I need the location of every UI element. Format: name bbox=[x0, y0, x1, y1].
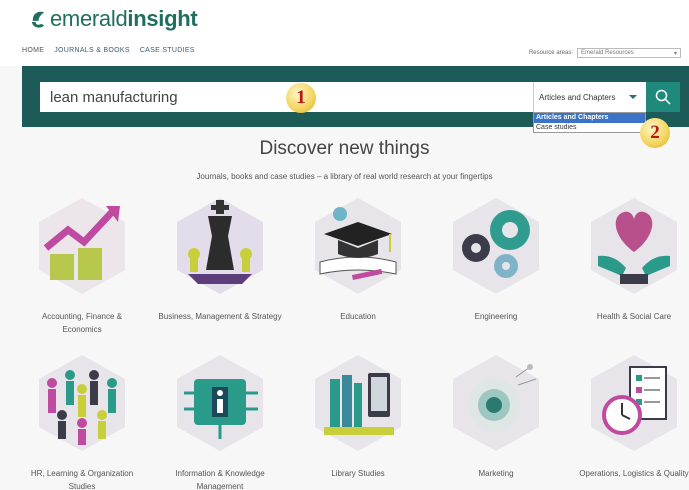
search-button[interactable] bbox=[646, 82, 680, 112]
resource-areas-label: Resource areas: bbox=[528, 50, 573, 56]
books-icon bbox=[315, 355, 401, 451]
logo-text-emerald: emerald bbox=[50, 6, 128, 31]
scope-option-case-studies[interactable]: Case studies bbox=[534, 123, 645, 133]
category-label: Marketing bbox=[478, 469, 514, 478]
scope-option-articles[interactable]: Articles and Chapters bbox=[534, 113, 645, 123]
gears-icon bbox=[453, 198, 539, 294]
resource-areas-value: Emerald Resources bbox=[581, 50, 634, 56]
annotation-badge-1: 1 bbox=[286, 83, 316, 113]
main-nav: HOME JOURNALS & BOOKS CASE STUDIES bbox=[22, 47, 195, 54]
people-circle-icon bbox=[39, 355, 125, 451]
chevron-down-icon: ▾ bbox=[673, 50, 677, 57]
category-label: Library Studies bbox=[331, 469, 385, 478]
logo-text-insight: insight bbox=[127, 6, 198, 31]
category-label: Information & Knowledge Management bbox=[175, 469, 265, 490]
clock-checklist-icon bbox=[591, 355, 677, 451]
discover-heading: Discover new things bbox=[259, 138, 430, 159]
discover-subheading: Journals, books and case studies – a lib… bbox=[196, 172, 493, 181]
dandelion-icon bbox=[453, 355, 539, 451]
emerald-leaf-icon bbox=[31, 11, 45, 28]
chess-king-icon bbox=[177, 198, 263, 294]
category-label: HR, Learning & Organization Studies bbox=[30, 469, 134, 490]
info-circuit-icon bbox=[177, 355, 263, 451]
search-scope-dropdown: Articles and Chapters Case studies bbox=[533, 112, 646, 133]
emerald-insight-logo[interactable]: emeraldinsight bbox=[29, 6, 198, 31]
heart-hands-icon bbox=[591, 198, 677, 294]
category-label: Operations, Logistics & Quality bbox=[579, 469, 689, 478]
graduation-cap-icon bbox=[315, 198, 401, 294]
finance-chart-icon bbox=[39, 198, 125, 294]
category-label: Health & Social Care bbox=[596, 312, 672, 321]
search-icon bbox=[655, 89, 671, 105]
search-scope-value: Articles and Chapters bbox=[539, 92, 616, 102]
resource-areas: Resource areas: Emerald Resources ▾ bbox=[529, 48, 681, 58]
category-label: Business, Management & Strategy bbox=[158, 312, 282, 321]
category-label: Accounting, Finance & Economics bbox=[41, 312, 123, 334]
nav-journals-books[interactable]: JOURNALS & BOOKS bbox=[54, 47, 130, 54]
search-scope-select[interactable]: Articles and Chapters bbox=[533, 82, 646, 112]
resource-areas-select[interactable]: Emerald Resources ▾ bbox=[577, 48, 681, 58]
header: emeraldinsight HOME JOURNALS & BOOKS CAS… bbox=[0, 0, 689, 66]
caret-down-icon bbox=[629, 95, 637, 99]
nav-case-studies[interactable]: CASE STUDIES bbox=[140, 47, 195, 54]
category-label: Education bbox=[340, 312, 376, 321]
category-label: Engineering bbox=[474, 312, 518, 321]
nav-home[interactable]: HOME bbox=[22, 47, 44, 54]
